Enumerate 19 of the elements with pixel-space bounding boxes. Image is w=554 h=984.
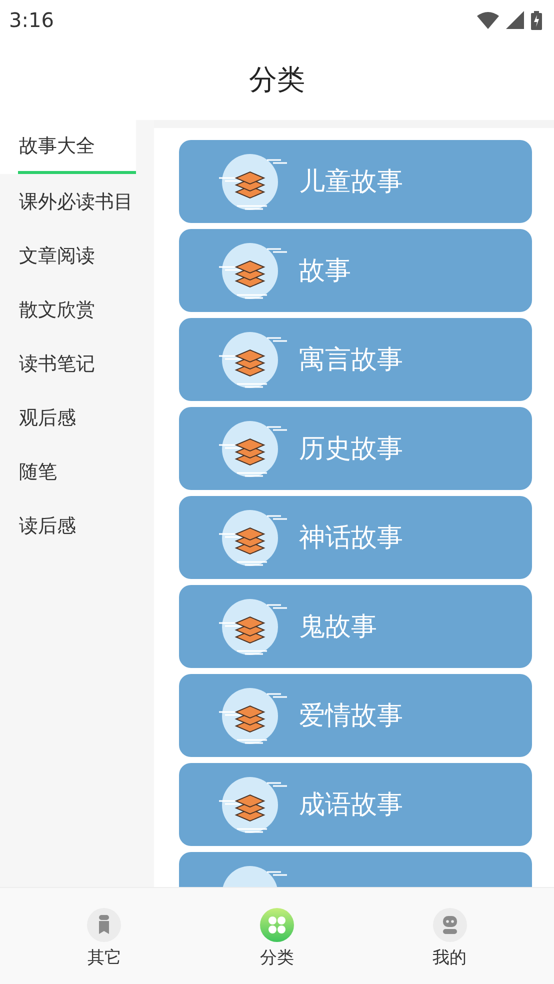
sidebar-item[interactable]: 随笔 [0, 446, 154, 498]
sidebar-item[interactable]: 散文欣赏 [0, 284, 154, 336]
signal-icon [506, 11, 524, 29]
sidebar-item[interactable]: 文章阅读 [0, 230, 154, 282]
sidebar-item[interactable]: 读书笔记 [0, 338, 154, 390]
sidebar-item[interactable]: 读后感 [0, 500, 154, 552]
robot-icon [432, 908, 467, 942]
nav-tab[interactable]: 我的 [410, 888, 490, 984]
page-title: 分类 [249, 62, 305, 98]
status-time: 3:16 [9, 8, 54, 32]
sidebar-item[interactable]: 课外必读书目 [0, 176, 154, 228]
bookmark-icon [87, 908, 122, 942]
nav-tab[interactable]: 其它 [64, 888, 144, 984]
sidebar-item[interactable]: 观后感 [0, 392, 154, 444]
grid-icon [260, 908, 294, 942]
wifi-icon [477, 12, 499, 28]
sidebar-item[interactable]: 故事大全 [0, 120, 136, 174]
battery-icon [531, 10, 542, 30]
nav-tab[interactable]: 分类 [236, 888, 317, 984]
